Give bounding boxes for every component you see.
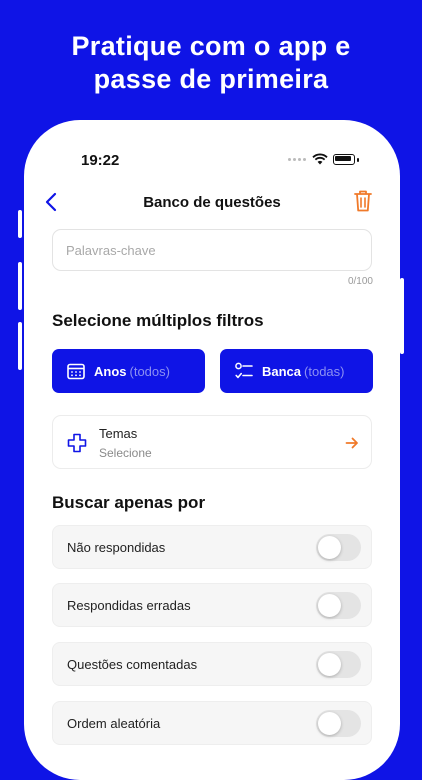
option-label: Ordem aleatória [67,716,161,731]
option-row: Não respondidas [52,525,372,569]
battery-icon [333,154,355,165]
phone-side-button-volume-down [18,322,22,370]
nao-respondidas-toggle[interactable] [316,534,361,561]
status-bar: 19:22 [24,120,400,169]
temas-selector[interactable]: Temas Selecione [52,415,372,469]
anos-filter-value: (todos) [129,363,170,379]
promo-headline-line1: Pratique com o app e [71,31,351,61]
keyword-search-input[interactable] [52,229,372,271]
status-time: 19:22 [81,152,120,169]
temas-sublabel: Selecione [99,446,152,460]
banca-filter-label: Banca [262,363,302,379]
options-heading: Buscar apenas por [52,493,206,512]
checklist-icon [235,362,253,379]
character-counter: 0/100 [347,276,373,287]
banca-filter-value: (todas) [304,363,345,379]
temas-label: Temas [99,426,138,441]
signal-icon [288,158,308,162]
page-title: Banco de questões [143,194,281,211]
phone-side-button-power [400,278,404,354]
option-label: Questões comentadas [67,657,198,672]
option-row: Questões comentadas [52,642,372,686]
promo-headline-line2: passe de primeira [93,64,329,94]
promo-headline: Pratique com o app e passe de primeira [0,30,422,96]
anos-filter-label: Anos [94,363,127,379]
phone-side-button-volume-up [18,262,22,310]
phone-screen: 19:22 Banco de questões 0/100 Selecione … [24,120,400,780]
questoes-comentadas-toggle[interactable] [316,651,361,678]
phone-side-button-mute [18,210,22,238]
option-label: Respondidas erradas [67,598,191,613]
option-label: Não respondidas [67,540,166,555]
anos-filter-button[interactable]: Anos (todos) [52,349,205,393]
respondidas-erradas-toggle[interactable] [316,592,361,619]
trash-icon[interactable] [352,189,374,213]
calendar-icon [67,363,85,380]
option-row: Ordem aleatória [52,701,372,745]
ordem-aleatoria-toggle[interactable] [316,710,361,737]
wifi-icon [312,153,328,165]
arrow-right-icon [345,437,358,449]
banca-filter-button[interactable]: Banca (todas) [220,349,373,393]
battery-tip [357,158,359,162]
filters-heading: Selecione múltiplos filtros [52,311,264,330]
option-row: Respondidas erradas [52,583,372,627]
plus-icon [67,433,87,453]
